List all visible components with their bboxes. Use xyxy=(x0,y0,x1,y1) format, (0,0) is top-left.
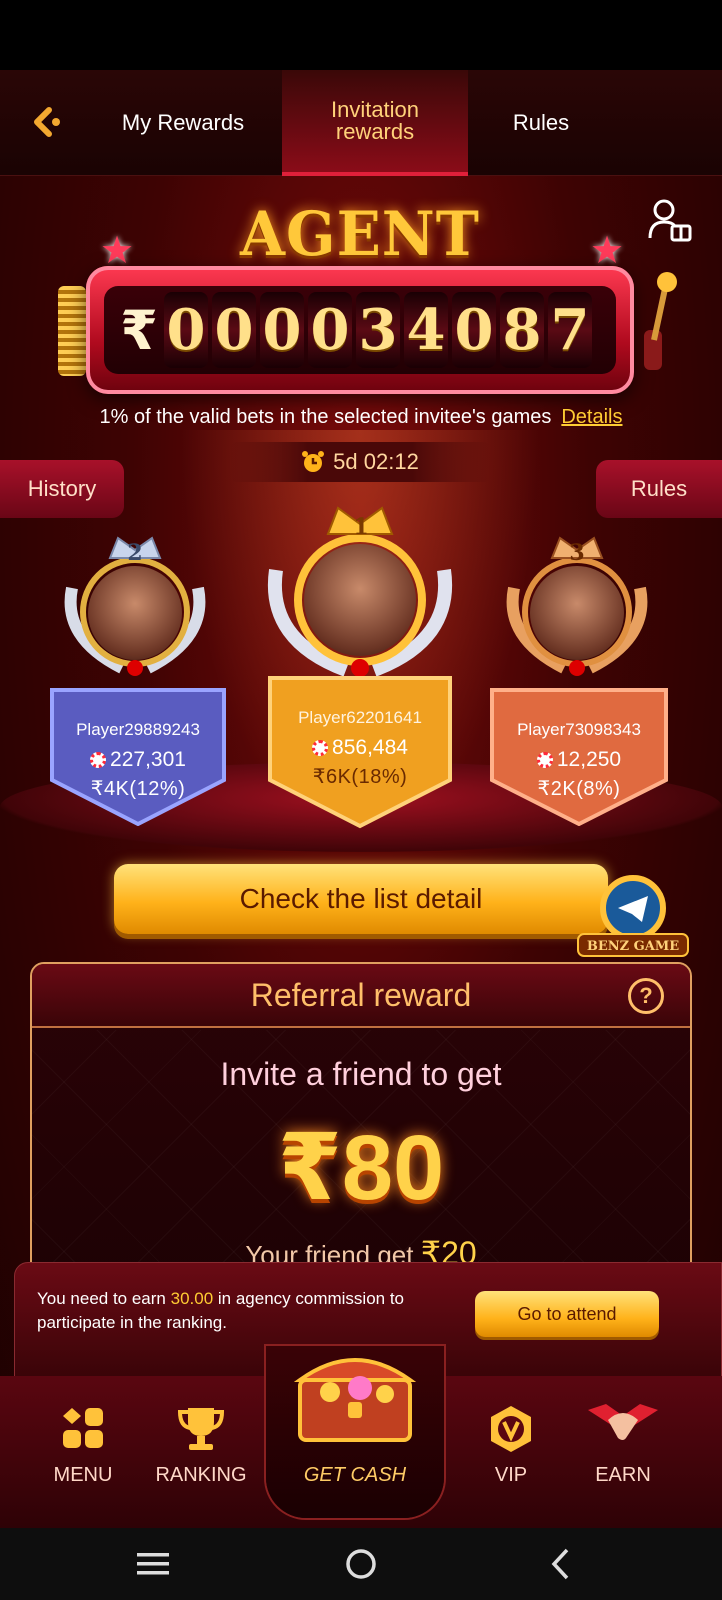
rank-1-card[interactable]: Player62201641 856,484 ₹6K(18%) xyxy=(262,670,458,830)
jackpot-digit: 0 xyxy=(164,292,208,368)
vip-badge-icon xyxy=(491,1406,531,1452)
rank-2-avatar-frame: 2 xyxy=(62,528,208,678)
player-avatar xyxy=(88,566,182,660)
player-chips: 12,250 xyxy=(484,748,674,772)
benz-game-telegram-badge[interactable]: BENZ GAME xyxy=(574,870,692,960)
rank-2-card[interactable]: Player29889243 227,301 ₹4K(12%) xyxy=(44,676,232,826)
back-button[interactable] xyxy=(24,100,68,144)
top-tab-bar: My Rewards Invitation rewards Rules xyxy=(0,70,722,176)
jackpot-description: 1% of the valid bets in the selected inv… xyxy=(99,406,623,428)
player-chips: 856,484 xyxy=(262,736,458,760)
jackpot-digit: 0 xyxy=(452,292,496,368)
player-avatar xyxy=(530,566,624,660)
referral-amount: ₹80 xyxy=(277,1117,445,1219)
tab-rules[interactable]: Rules xyxy=(486,70,596,176)
alarm-clock-icon xyxy=(302,451,325,472)
slot-lever-icon xyxy=(644,272,677,370)
benz-logo-text: BENZ GAME xyxy=(587,939,679,954)
rank-3-avatar-frame: 3 xyxy=(504,528,650,678)
status-bar xyxy=(0,0,722,70)
home-circle-icon xyxy=(346,1549,376,1579)
chip-icon xyxy=(536,752,553,768)
history-button[interactable]: History xyxy=(0,460,124,518)
invite-text: Invite a friend to get xyxy=(220,1056,502,1092)
player-name: Player29889243 xyxy=(76,720,200,739)
nav-vip[interactable]: VIP xyxy=(456,1396,566,1506)
chip-icon xyxy=(312,740,329,756)
player-reward: ₹4K(12%) xyxy=(90,778,186,800)
jackpot-reel: ₹ 0 0 0 0 3 4 0 8 7 xyxy=(104,286,616,374)
jackpot-title: AGENT JACKPOT xyxy=(203,198,515,341)
nav-menu[interactable]: MENU xyxy=(28,1396,138,1506)
go-to-attend-button[interactable]: Go to attend xyxy=(475,1291,659,1337)
player-avatar xyxy=(304,544,416,656)
jackpot-counter: ₹ 0 0 0 0 3 4 0 8 7 xyxy=(86,266,634,394)
referral-reward-header: Referral reward ? xyxy=(32,964,690,1028)
nav-get-cash[interactable]: GET CASH xyxy=(266,1346,444,1518)
agent-gift-icon[interactable] xyxy=(648,198,692,244)
jackpot-digit: 3 xyxy=(356,292,400,368)
tab-my-rewards[interactable]: My Rewards xyxy=(100,70,266,176)
rank-number: 2 xyxy=(127,540,143,566)
tab-invitation-rewards[interactable]: Invitation rewards xyxy=(282,70,468,176)
jackpot-digit: 0 xyxy=(212,292,256,368)
nav-earn[interactable]: EARN xyxy=(568,1396,678,1506)
recents-lines-icon xyxy=(137,1553,169,1575)
jackpot-digit: 4 xyxy=(404,292,448,368)
notice-text: You need to earn 30.00 in agency commiss… xyxy=(37,1289,405,1332)
jackpot-spring-decoration xyxy=(58,286,86,376)
rank-1-avatar-frame: 1 xyxy=(262,500,458,680)
countdown-timer: 5d 02:12 xyxy=(230,442,490,482)
rules-button[interactable]: Rules xyxy=(596,460,722,518)
player-name: Player62201641 xyxy=(298,708,422,727)
check-list-detail-button[interactable]: Check the list detail xyxy=(114,864,608,934)
menu-grid-icon xyxy=(63,1408,103,1448)
jackpot-digit: 0 xyxy=(308,292,352,368)
recent-apps-button[interactable] xyxy=(128,1542,178,1586)
required-commission: 30.00 xyxy=(170,1289,214,1308)
nav-ranking[interactable]: RANKING xyxy=(146,1396,256,1506)
player-reward: ₹6K(18%) xyxy=(312,766,408,788)
player-chips: 227,301 xyxy=(44,748,232,772)
rank-3-card[interactable]: Player73098343 12,250 ₹2K(8%) xyxy=(484,676,674,826)
chip-icon xyxy=(90,752,107,768)
player-reward: ₹2K(8%) xyxy=(537,778,621,800)
jackpot-digit: 8 xyxy=(500,292,544,368)
rupee-symbol: ₹ xyxy=(120,300,158,361)
invitation-rewards-screen: My Rewards Invitation rewards Rules ★ ★ … xyxy=(0,70,722,1528)
treasure-chest-icon xyxy=(293,1358,417,1442)
jackpot-digit: 0 xyxy=(260,292,304,368)
back-arrow-icon xyxy=(34,107,60,137)
rank-number: 3 xyxy=(569,540,585,566)
details-link[interactable]: Details xyxy=(561,406,622,428)
back-chevron-icon xyxy=(551,1548,569,1580)
trophy-icon xyxy=(177,1408,225,1450)
help-question-icon[interactable]: ? xyxy=(628,978,664,1014)
handshake-icon xyxy=(588,1404,658,1440)
player-name: Player73098343 xyxy=(517,720,641,739)
system-navigation-bar xyxy=(0,1528,722,1600)
bottom-navigation: MENU RANKING GET CASH VIP EARN xyxy=(0,1346,722,1528)
rank-number: 1 xyxy=(353,514,369,540)
system-back-button[interactable] xyxy=(536,1542,586,1586)
home-button[interactable] xyxy=(336,1542,386,1586)
jackpot-digit: 7 xyxy=(548,292,592,368)
